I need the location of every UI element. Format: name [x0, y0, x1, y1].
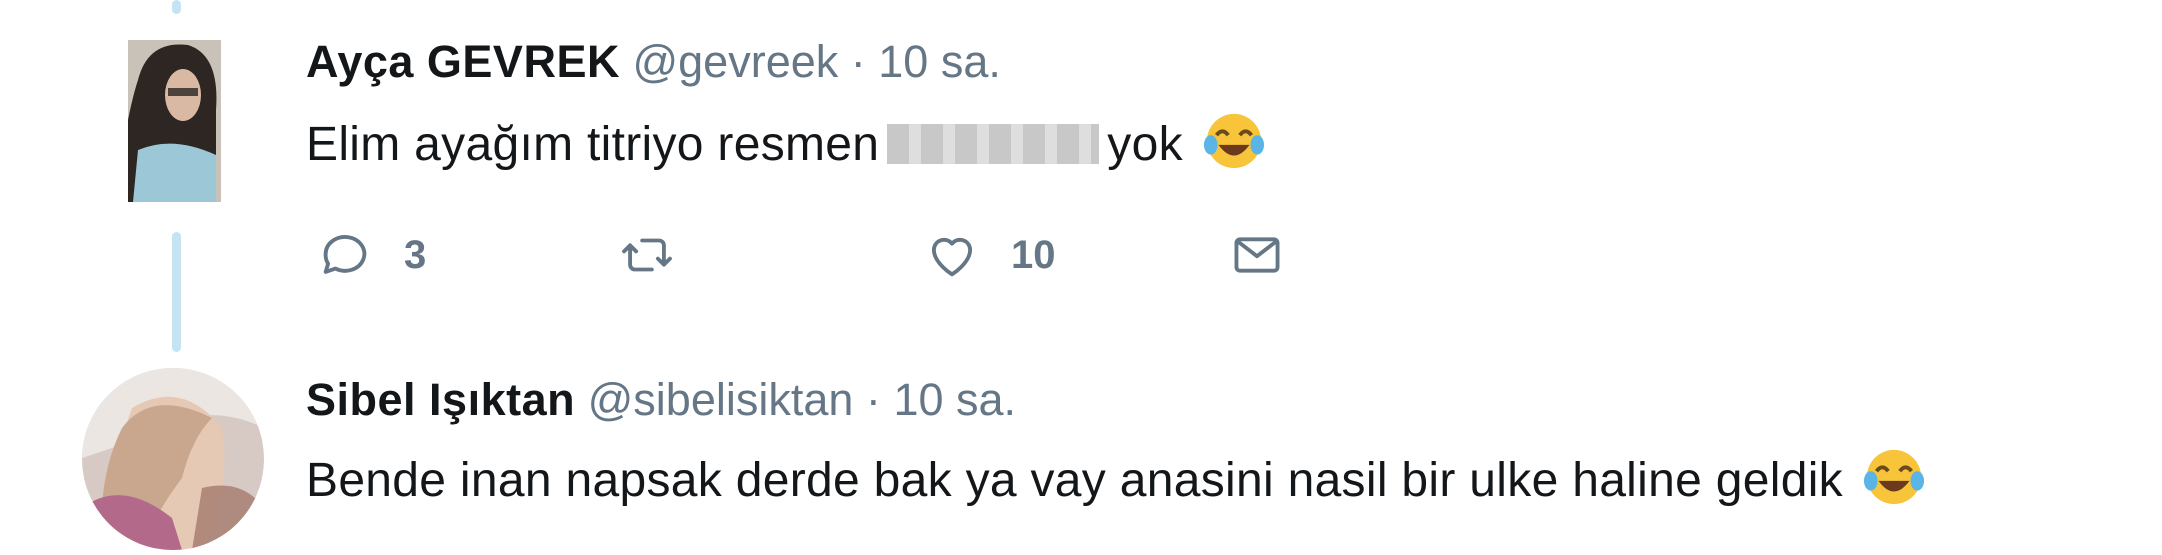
user-name[interactable]: Sibel Işıktan	[306, 374, 575, 425]
tweet-header: Ayça GEVREK @gevreek · 10 sa.	[306, 36, 1001, 88]
thread-line-top	[172, 0, 181, 14]
direct-message-button[interactable]	[1228, 225, 1286, 285]
tweet-text: Bende inan napsak derde bak ya vay anasi…	[306, 446, 1925, 509]
separator: ·	[850, 36, 866, 87]
avatar[interactable]	[128, 40, 221, 202]
avatar[interactable]	[82, 368, 264, 550]
face-with-tears-of-joy-icon	[1863, 446, 1925, 508]
tweet-header: Sibel Işıktan @sibelisiktan · 10 sa.	[306, 374, 1016, 426]
like-count: 10	[1011, 232, 1056, 277]
retweet-icon	[622, 238, 672, 272]
timestamp[interactable]: 10 sa.	[893, 374, 1016, 425]
reply-count: 3	[404, 232, 427, 277]
user-handle[interactable]: @sibelisiktan	[588, 374, 854, 425]
timestamp[interactable]: 10 sa.	[878, 36, 1001, 87]
thread-line-middle	[172, 232, 181, 352]
tweet-text: Elim ayağım titriyo resmen yok	[306, 110, 1265, 173]
reply-icon	[323, 235, 367, 274]
envelope-icon	[1234, 237, 1280, 273]
retweet-button[interactable]	[618, 225, 706, 285]
tweet-text-body: Bende inan napsak derde bak ya vay anasi…	[306, 454, 1843, 507]
like-button[interactable]: 10	[923, 225, 1056, 285]
separator: ·	[865, 374, 881, 425]
redacted-text	[887, 124, 1100, 164]
face-with-tears-of-joy-icon	[1203, 110, 1265, 172]
user-handle[interactable]: @gevreek	[632, 36, 838, 87]
reply-button[interactable]: 3	[316, 225, 426, 285]
tweet-text-after: yok	[1107, 118, 1183, 171]
user-name[interactable]: Ayça GEVREK	[306, 36, 620, 87]
tweet-text-before: Elim ayağım titriyo resmen	[306, 118, 880, 171]
heart-icon	[931, 237, 973, 277]
